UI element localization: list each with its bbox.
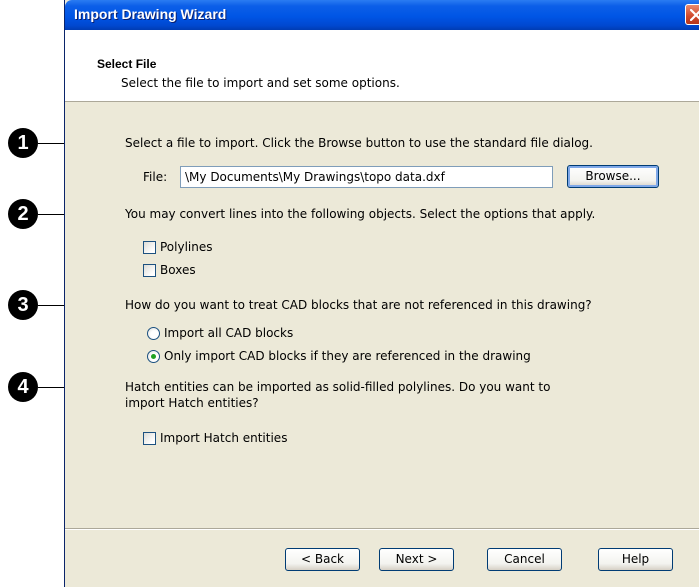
callout-1: 1 <box>8 128 38 158</box>
back-button-label: < Back <box>300 552 344 566</box>
next-button[interactable]: Next > <box>379 548 454 571</box>
browse-button-label: Browse... <box>585 169 641 183</box>
convert-instruction: You may convert lines into the following… <box>125 207 596 221</box>
polylines-label[interactable]: Polylines <box>160 240 213 254</box>
import-all-cad-blocks-label[interactable]: Import all CAD blocks <box>164 326 293 340</box>
polylines-checkbox[interactable] <box>143 241 156 254</box>
back-button[interactable]: < Back <box>285 548 360 571</box>
import-hatch-checkbox[interactable] <box>143 432 156 445</box>
import-hatch-label[interactable]: Import Hatch entities <box>160 431 287 445</box>
boxes-checkbox[interactable] <box>143 264 156 277</box>
file-path-input[interactable]: \My Documents\My Drawings\topo data.dxf <box>180 166 553 188</box>
callout-4: 4 <box>8 372 38 402</box>
cancel-button-label: Cancel <box>504 552 545 566</box>
footer-divider <box>65 528 699 529</box>
browse-button[interactable]: Browse... <box>567 165 659 188</box>
hatch-instruction-line2: import Hatch entities? <box>125 396 259 410</box>
next-button-label: Next > <box>395 552 438 566</box>
page-subtitle: Select the file to import and set some o… <box>121 76 400 90</box>
close-icon <box>690 9 699 21</box>
cad-blocks-instruction: How do you want to treat CAD blocks that… <box>125 298 592 312</box>
window-title: Import Drawing Wizard <box>74 6 227 22</box>
wizard-header: Select File Select the file to import an… <box>65 30 699 102</box>
file-instruction: Select a file to import. Click the Brows… <box>125 136 593 150</box>
close-button[interactable] <box>685 4 699 25</box>
callout-3: 3 <box>8 290 38 320</box>
import-referenced-cad-blocks-label[interactable]: Only import CAD blocks if they are refer… <box>164 349 531 363</box>
callout-2: 2 <box>8 199 38 229</box>
boxes-label[interactable]: Boxes <box>160 263 196 277</box>
cancel-button[interactable]: Cancel <box>487 548 562 571</box>
file-label: File: <box>143 170 168 184</box>
title-bar[interactable]: Import Drawing Wizard <box>65 0 699 30</box>
page-title: Select File <box>97 57 157 71</box>
import-all-cad-blocks-radio[interactable] <box>147 327 160 340</box>
help-button-label: Help <box>621 552 650 566</box>
import-drawing-wizard-dialog: Import Drawing Wizard Select File Select… <box>64 0 699 587</box>
help-button[interactable]: Help <box>598 548 673 571</box>
hatch-instruction-line1: Hatch entities can be imported as solid-… <box>125 380 551 394</box>
import-referenced-cad-blocks-radio[interactable] <box>147 350 160 363</box>
